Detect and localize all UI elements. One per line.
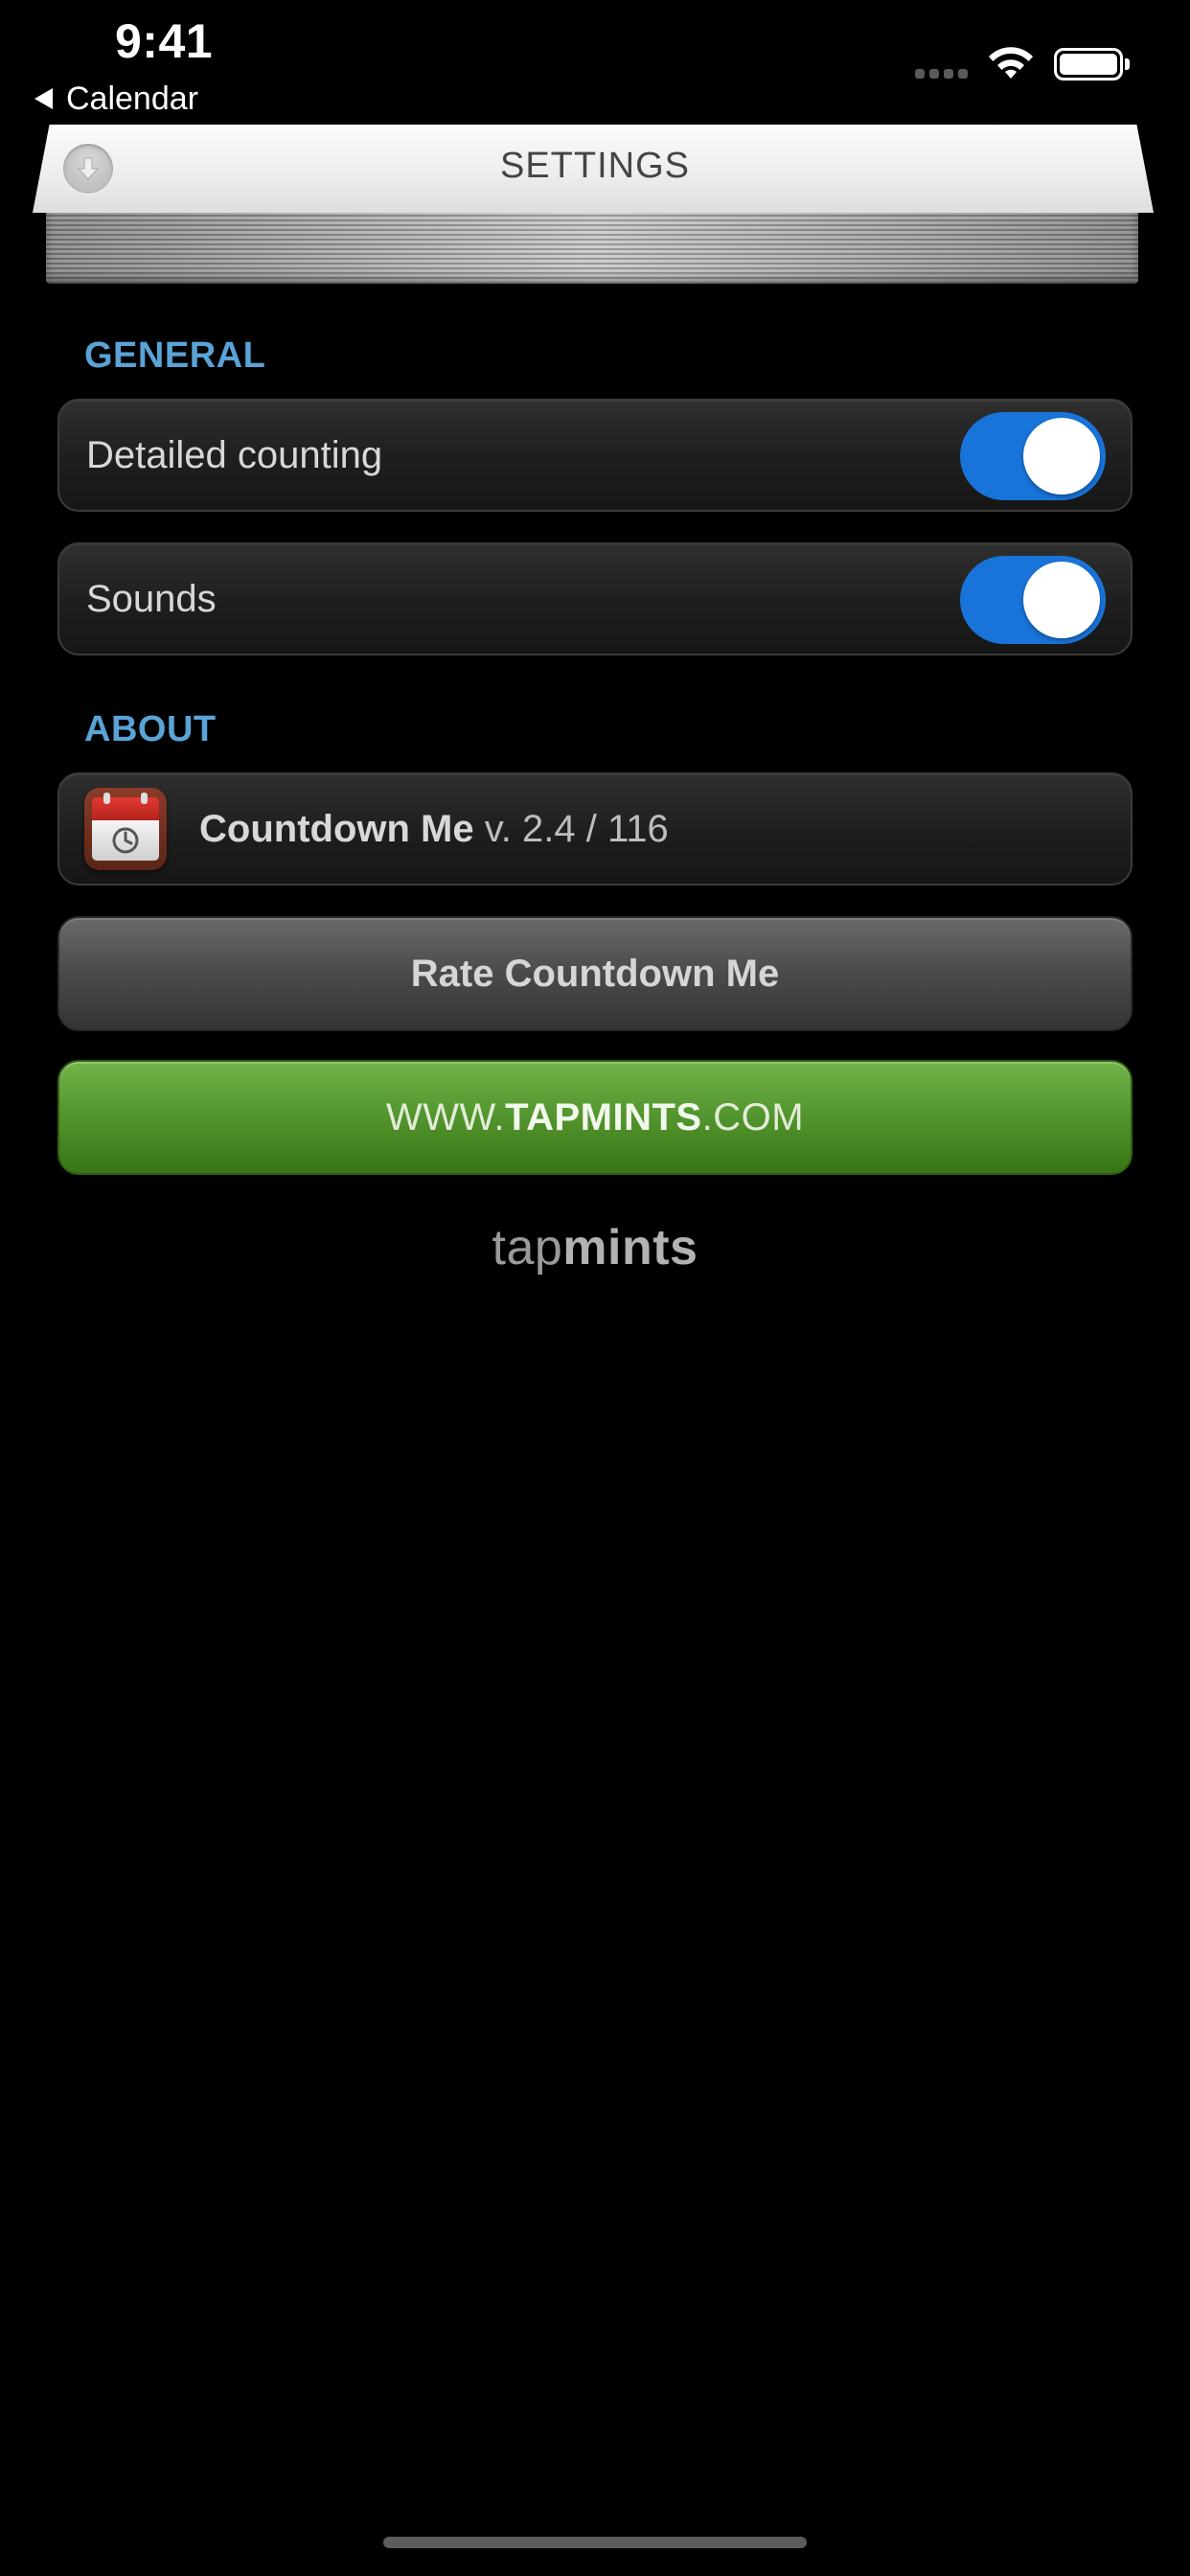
logo-bold: mints <box>562 1220 698 1276</box>
back-to-calendar-link[interactable]: Calendar <box>34 79 198 119</box>
detailed-counting-toggle[interactable] <box>960 412 1106 500</box>
app-name: Countdown Me <box>199 808 474 850</box>
page-title: SETTINGS <box>499 146 691 186</box>
detailed-counting-label: Detailed counting <box>86 434 383 476</box>
section-header-about: ABOUT <box>84 709 217 749</box>
sounds-toggle[interactable] <box>960 556 1106 644</box>
battery-tip <box>1125 58 1130 70</box>
calendar-app-icon <box>84 788 167 870</box>
website-brand: TAPMINTS <box>505 1096 702 1138</box>
rate-app-button[interactable]: Rate Countdown Me <box>57 916 1133 1031</box>
status-time: 9:41 <box>115 14 214 68</box>
home-indicator[interactable] <box>383 2537 807 2548</box>
wifi-icon <box>989 47 1033 79</box>
detailed-counting-row: Detailed counting <box>57 399 1133 512</box>
app-info-row: Countdown Me v. 2.4 / 116 <box>57 772 1133 886</box>
section-header-general: GENERAL <box>84 335 266 376</box>
website-suffix: .COM <box>701 1096 805 1138</box>
website-prefix: WWW. <box>385 1096 506 1138</box>
collapse-button[interactable] <box>63 144 113 194</box>
toggle-knob <box>1023 562 1100 638</box>
battery-icon <box>1054 48 1123 80</box>
logo-light: tap <box>492 1220 563 1276</box>
tapmints-logo: tapmints <box>0 1219 1190 1276</box>
signal-icon <box>915 69 968 79</box>
toggle-knob <box>1023 418 1100 494</box>
app-version-text: Countdown Me v. 2.4 / 116 <box>199 774 669 884</box>
back-arrow-icon <box>34 88 53 109</box>
pad-stack <box>46 207 1138 284</box>
sounds-row: Sounds <box>57 542 1133 656</box>
sounds-label: Sounds <box>86 578 217 620</box>
app-version: v. 2.4 / 116 <box>484 808 669 850</box>
back-link-label: Calendar <box>66 80 198 117</box>
website-button[interactable]: WWW.TAPMINTS.COM <box>57 1060 1133 1175</box>
collapse-arrow-icon <box>77 157 100 180</box>
